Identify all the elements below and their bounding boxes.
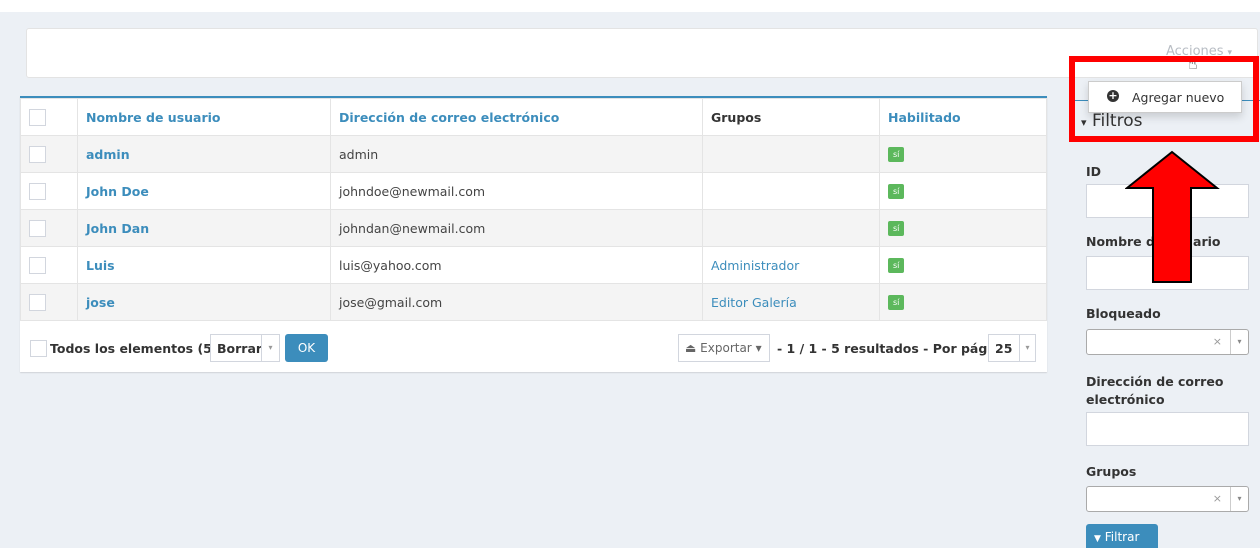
filter-label-locked: Bloqueado bbox=[1086, 306, 1161, 321]
row-checkbox[interactable] bbox=[29, 145, 46, 163]
email-cell: johndan@newmail.com bbox=[330, 209, 703, 247]
export-icon: ⏏ bbox=[685, 341, 697, 355]
clear-icon[interactable]: × bbox=[1213, 492, 1222, 505]
enabled-badge[interactable]: sí bbox=[888, 257, 905, 273]
row-checkbox-cell bbox=[20, 246, 78, 284]
table-row: John Dan johndan@newmail.com sí bbox=[20, 209, 1047, 247]
top-strip bbox=[0, 0, 1260, 12]
filter-button-label: Filtrar bbox=[1104, 530, 1140, 544]
email-cell: luis@yahoo.com bbox=[330, 246, 703, 284]
clear-icon[interactable]: × bbox=[1213, 335, 1222, 348]
select-arrow-icon: ▾ bbox=[1019, 335, 1035, 361]
email-cell: admin bbox=[330, 135, 703, 173]
filter-locked-select[interactable]: × ▾ bbox=[1086, 329, 1249, 355]
row-checkbox-cell bbox=[20, 209, 78, 247]
enabled-cell: sí bbox=[879, 135, 1047, 173]
select-arrow-icon: ▾ bbox=[261, 335, 279, 361]
table-row: admin admin sí bbox=[20, 135, 1047, 173]
all-elements-label: Todos los elementos (5) bbox=[50, 341, 218, 356]
users-table: Nombre de usuario Dirección de correo el… bbox=[20, 98, 1047, 321]
export-button[interactable]: ⏏ Exportar ▾ bbox=[678, 334, 770, 362]
export-label: Exportar bbox=[700, 341, 752, 355]
column-header-username[interactable]: Nombre de usuario bbox=[77, 98, 331, 136]
enabled-cell: sí bbox=[879, 172, 1047, 210]
ok-button[interactable]: OK bbox=[285, 334, 328, 362]
email-cell: johndoe@newmail.com bbox=[330, 172, 703, 210]
row-checkbox-cell bbox=[20, 172, 78, 210]
row-checkbox[interactable] bbox=[29, 182, 46, 200]
annotation-highlight-box bbox=[1069, 56, 1259, 142]
groups-cell[interactable]: Editor Galería bbox=[702, 283, 880, 321]
per-page-select[interactable]: 25 ▾ bbox=[988, 334, 1036, 362]
filter-button[interactable]: ▼ Filtrar bbox=[1086, 524, 1158, 548]
enabled-cell: sí bbox=[879, 246, 1047, 284]
table-footer: Todos los elementos (5) Borrar ▾ OK ⏏ Ex… bbox=[20, 326, 1047, 372]
enabled-badge[interactable]: sí bbox=[888, 294, 905, 310]
enabled-badge[interactable]: sí bbox=[888, 220, 905, 236]
column-header-groups: Grupos bbox=[702, 98, 880, 136]
filter-email-input[interactable] bbox=[1086, 412, 1249, 446]
per-page-value: 25 bbox=[995, 341, 1013, 356]
row-checkbox[interactable] bbox=[29, 293, 46, 311]
username-link[interactable]: admin bbox=[77, 135, 331, 173]
users-list-box: Nombre de usuario Dirección de correo el… bbox=[20, 96, 1047, 372]
table-row: Luis luis@yahoo.com Administrador sí bbox=[20, 246, 1047, 284]
select-arrow-icon: ▾ bbox=[1230, 330, 1248, 354]
username-link[interactable]: Luis bbox=[77, 246, 331, 284]
enabled-badge[interactable]: sí bbox=[888, 146, 905, 162]
column-header-enabled[interactable]: Habilitado bbox=[879, 98, 1047, 136]
enabled-badge[interactable]: sí bbox=[888, 183, 905, 199]
batch-action-select[interactable]: Borrar ▾ bbox=[210, 334, 280, 362]
username-link[interactable]: John Doe bbox=[77, 172, 331, 210]
row-checkbox-cell bbox=[20, 135, 78, 173]
table-row: John Doe johndoe@newmail.com sí bbox=[20, 172, 1047, 210]
filter-label-email: Dirección de correo electrónico bbox=[1086, 374, 1224, 407]
all-elements-checkbox[interactable] bbox=[30, 340, 47, 357]
username-link[interactable]: John Dan bbox=[77, 209, 331, 247]
enabled-cell: sí bbox=[879, 209, 1047, 247]
pagination-results: - 1 / 1 - 5 resultados - Por página bbox=[777, 341, 1009, 356]
email-cell: jose@gmail.com bbox=[330, 283, 703, 321]
table-row: jose jose@gmail.com Editor Galería sí bbox=[20, 283, 1047, 321]
filter-funnel-icon: ▼ bbox=[1094, 534, 1101, 544]
column-header-email[interactable]: Dirección de correo electrónico bbox=[330, 98, 703, 136]
filter-label-id: ID bbox=[1086, 164, 1102, 179]
row-checkbox[interactable] bbox=[29, 256, 46, 274]
batch-action-value: Borrar bbox=[217, 341, 263, 356]
filter-groups-select[interactable]: × ▾ bbox=[1086, 486, 1249, 512]
caret-down-icon: ▾ bbox=[755, 341, 762, 355]
groups-cell[interactable]: Administrador bbox=[702, 246, 880, 284]
groups-cell[interactable] bbox=[702, 135, 880, 173]
annotation-up-arrow-icon bbox=[1125, 150, 1220, 283]
select-arrow-icon: ▾ bbox=[1230, 487, 1248, 511]
row-checkbox-cell bbox=[20, 283, 78, 321]
filter-label-groups: Grupos bbox=[1086, 464, 1137, 479]
row-checkbox[interactable] bbox=[29, 219, 46, 237]
groups-cell[interactable] bbox=[702, 209, 880, 247]
groups-cell[interactable] bbox=[702, 172, 880, 210]
select-all-checkbox[interactable] bbox=[29, 108, 46, 126]
select-all-header bbox=[20, 98, 78, 136]
enabled-cell: sí bbox=[879, 283, 1047, 321]
username-link[interactable]: jose bbox=[77, 283, 331, 321]
